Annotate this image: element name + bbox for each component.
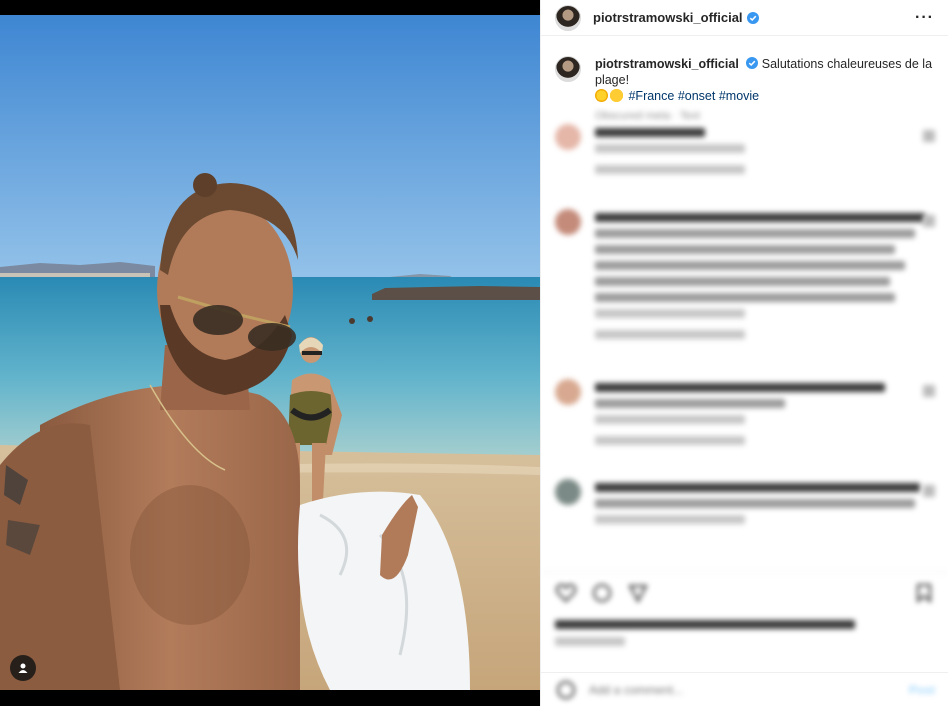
- more-options-icon[interactable]: ···: [915, 9, 934, 27]
- comment-icon[interactable]: [591, 582, 613, 604]
- post-side-panel: piotrstramowski_official ··· piotrstramo…: [540, 0, 948, 706]
- sun-emoji: [595, 89, 608, 102]
- view-replies[interactable]: [595, 330, 745, 339]
- caption-meta: Obscured meta · Text: [595, 110, 700, 122]
- comment-text: [595, 245, 895, 254]
- heart-icon[interactable]: [923, 485, 935, 497]
- likes-summary[interactable]: [555, 612, 935, 656]
- user-tag-icon: [18, 663, 28, 673]
- comment-meta: [595, 309, 745, 318]
- emoji-icon[interactable]: [555, 679, 577, 701]
- caption-avatar[interactable]: [555, 56, 581, 82]
- comment-text: [595, 399, 785, 408]
- comment-avatar[interactable]: [555, 379, 581, 405]
- comment-text: [595, 128, 705, 137]
- user-tag-button[interactable]: [10, 655, 36, 681]
- add-comment-bar: Post: [541, 672, 948, 706]
- comment-meta: [595, 415, 745, 424]
- comment-item: [555, 479, 935, 549]
- heart-icon[interactable]: [923, 215, 935, 227]
- post-timestamp: [555, 637, 625, 646]
- hashtag-onset[interactable]: #onset: [678, 89, 716, 103]
- comment-item: [555, 124, 935, 194]
- bookmark-icon[interactable]: [913, 582, 935, 604]
- post-caption: piotrstramowski_official Salutations cha…: [541, 44, 948, 124]
- beach-selfie-image: [0, 15, 540, 690]
- post-header: piotrstramowski_official ···: [541, 0, 948, 36]
- comment-item: [555, 379, 935, 464]
- comment-text: [595, 277, 890, 286]
- caption-username[interactable]: piotrstramowski_official: [595, 57, 739, 71]
- likes-text: [555, 620, 855, 629]
- heart-icon[interactable]: [923, 130, 935, 142]
- heart-icon[interactable]: [923, 385, 935, 397]
- action-bar: [541, 572, 948, 612]
- comment-input[interactable]: [589, 682, 909, 697]
- comment-meta: [595, 144, 745, 153]
- view-replies[interactable]: [595, 436, 745, 445]
- post-photo-panel: [0, 0, 540, 706]
- comment-text: [595, 383, 885, 392]
- comment-avatar[interactable]: [555, 124, 581, 150]
- comment-text: [595, 229, 915, 238]
- author-avatar[interactable]: [555, 4, 581, 31]
- author-username[interactable]: piotrstramowski_official: [593, 10, 743, 25]
- post-comment-button[interactable]: Post: [909, 683, 935, 697]
- comments-section: piotrstramowski_official Salutations cha…: [541, 44, 948, 570]
- verified-badge-icon: [746, 11, 759, 24]
- verified-badge-icon: [746, 57, 759, 69]
- comment-text: [595, 293, 895, 302]
- comment-text: [595, 213, 925, 222]
- comment-item: [555, 209, 935, 369]
- comment-text: [595, 483, 920, 492]
- comment-meta: [595, 515, 745, 524]
- comment-avatar[interactable]: [555, 209, 581, 235]
- sunglasses-face-emoji: [610, 89, 623, 102]
- post-photo[interactable]: [0, 15, 540, 690]
- view-replies[interactable]: [595, 165, 745, 174]
- hashtag-france[interactable]: #France: [628, 89, 674, 103]
- comment-text: [595, 261, 905, 270]
- share-icon[interactable]: [627, 582, 649, 604]
- heart-icon[interactable]: [555, 582, 577, 604]
- comment-avatar[interactable]: [555, 479, 581, 505]
- hashtag-movie[interactable]: #movie: [719, 89, 759, 103]
- comment-text: [595, 499, 915, 508]
